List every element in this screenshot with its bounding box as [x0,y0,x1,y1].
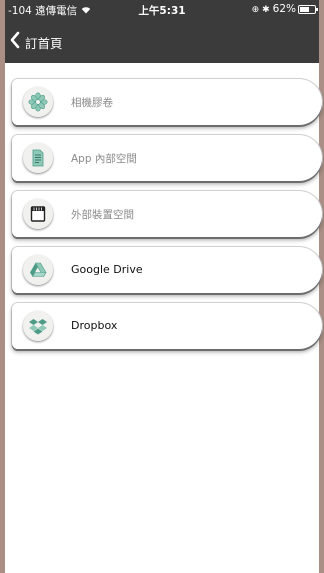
status-right: ⊕ ✱ 62% [251,3,318,15]
sd-card-icon [23,199,53,229]
list-item-external-storage[interactable]: 外部裝置空間 [12,191,322,237]
list-item-google-drive[interactable]: Google Drive [12,247,322,293]
dropbox-icon [23,311,53,341]
document-icon [23,143,53,173]
battery-level-fill [300,6,309,12]
list-item-app-storage[interactable]: App 內部空間 [12,135,322,181]
battery-icon [298,4,318,14]
list-item-camera-roll[interactable]: 相機膠卷 [12,79,322,125]
back-label: 訂首頁 [25,35,63,51]
list-item-dropbox[interactable]: Dropbox [12,303,322,349]
back-button[interactable]: 訂首頁 [9,31,63,53]
google-drive-icon [23,255,53,285]
chevron-left-icon [9,31,21,53]
status-bar: -104 遠傳電信 上午5:31 ⊕ ✱ 62% [5,0,319,20]
screen: -104 遠傳電信 上午5:31 ⊕ ✱ 62% 訂首頁 相機膠卷 App 內部… [0,0,324,573]
list-item-label: App 內部空間 [71,153,137,165]
battery-percent: 62% [272,3,296,15]
bluetooth-icon: ✱ [262,5,270,15]
list-item-label: 外部裝置空間 [71,209,134,221]
list-item-label: 相機膠卷 [71,97,113,109]
storage-source-list: 相機膠卷 App 內部空間 外部裝置空間 Google Drive Dropbo… [12,79,322,359]
location-icon: ⊕ [251,5,260,15]
list-item-label: Google Drive [71,263,143,276]
camera-roll-icon [23,87,53,117]
navigation-bar: 訂首頁 [5,20,319,63]
list-item-label: Dropbox [71,319,118,332]
